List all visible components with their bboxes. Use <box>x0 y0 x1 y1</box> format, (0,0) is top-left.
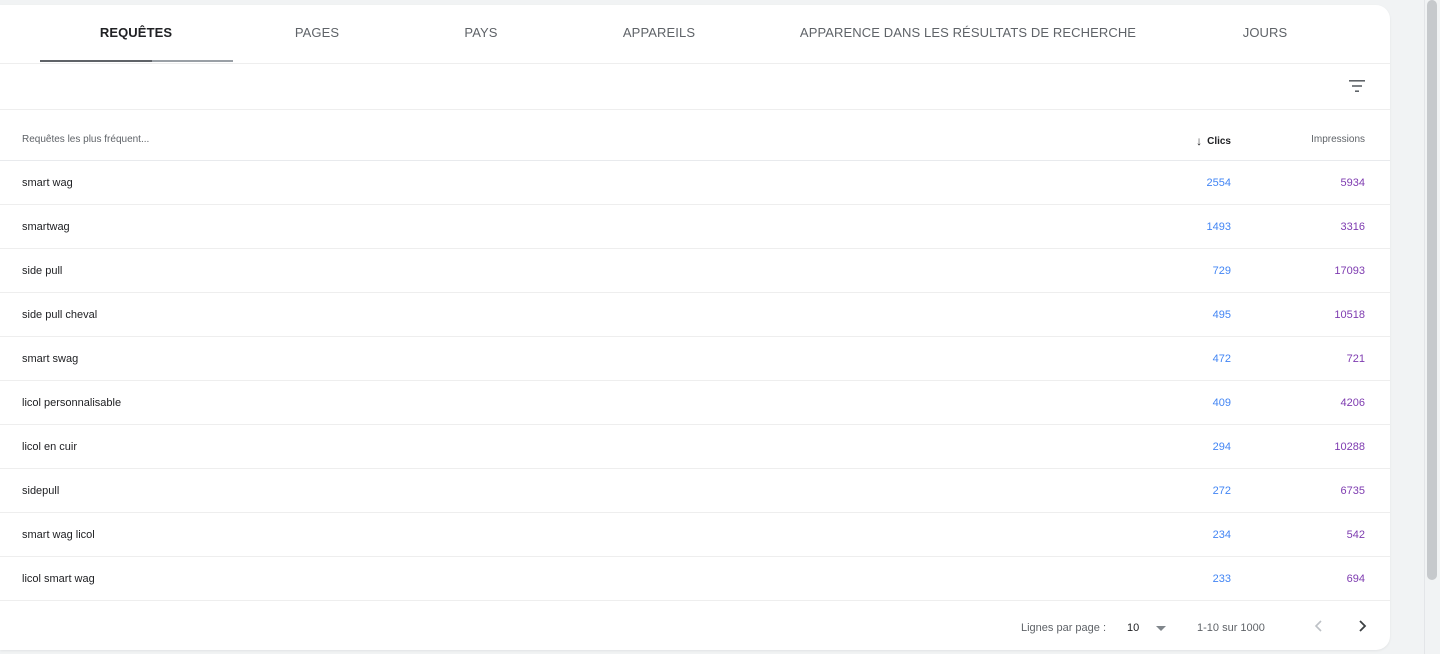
table-row[interactable]: licol personnalisable 409 4206 <box>0 381 1390 425</box>
rows-per-page-label: Lignes par page : <box>1021 622 1107 634</box>
header-clicks[interactable]: ↓ Clics <box>1196 134 1231 148</box>
arrow-down-icon: ↓ <box>1196 134 1203 148</box>
caret-down-icon <box>1156 626 1166 631</box>
impressions-cell: 17093 <box>1334 265 1365 277</box>
scrollbar-thumb[interactable] <box>1427 0 1437 580</box>
filter-icon[interactable] <box>1348 77 1366 95</box>
table-row[interactable]: side pull cheval 495 10518 <box>0 293 1390 337</box>
clicks-cell: 729 <box>1212 265 1231 277</box>
table-row[interactable]: smartwag 1493 3316 <box>0 205 1390 249</box>
query-cell: side pull cheval <box>22 309 98 321</box>
tab-search-appearance[interactable]: APPARENCE DANS LES RÉSULTATS DE RECHERCH… <box>800 25 1136 40</box>
impressions-cell: 721 <box>1346 353 1365 365</box>
query-cell: licol en cuir <box>22 441 78 453</box>
impressions-cell: 4206 <box>1340 397 1365 409</box>
query-cell: licol personnalisable <box>22 397 122 409</box>
page-range: 1-10 sur 1000 <box>1197 622 1265 634</box>
clicks-cell: 409 <box>1212 397 1231 409</box>
header-impressions[interactable]: Impressions <box>1311 134 1365 145</box>
clicks-cell: 294 <box>1212 441 1231 453</box>
active-tab-indicator <box>40 60 233 62</box>
impressions-cell: 5934 <box>1340 177 1365 189</box>
tab-queries[interactable]: REQUÊTES <box>100 25 172 40</box>
chevron-right-icon[interactable] <box>1354 618 1370 634</box>
clicks-cell: 1493 <box>1206 221 1231 233</box>
rows-per-page-value: 10 <box>1127 622 1140 634</box>
query-cell: smart swag <box>22 353 79 365</box>
clicks-cell: 272 <box>1212 485 1231 497</box>
impressions-cell: 694 <box>1346 573 1365 585</box>
filter-bar <box>0 63 1390 110</box>
table-row[interactable]: smart swag 472 721 <box>0 337 1390 381</box>
query-cell: smart wag <box>22 177 73 189</box>
table-row[interactable]: smart wag 2554 5934 <box>0 161 1390 205</box>
clicks-cell: 2554 <box>1206 177 1231 189</box>
query-cell: side pull <box>22 265 63 277</box>
impressions-cell: 542 <box>1346 529 1365 541</box>
impressions-cell: 10518 <box>1334 309 1365 321</box>
performance-card: REQUÊTES PAGES PAYS APPAREILS APPARENCE … <box>0 5 1390 650</box>
dimension-tabs: REQUÊTES PAGES PAYS APPAREILS APPARENCE … <box>0 5 1390 64</box>
query-cell: smartwag <box>22 221 70 233</box>
tab-devices[interactable]: APPAREILS <box>623 25 695 40</box>
header-queries[interactable]: Requêtes les plus fréquent... <box>22 134 149 145</box>
impressions-cell: 3316 <box>1340 221 1365 233</box>
rows-per-page-select[interactable]: 10 <box>1121 615 1171 639</box>
tab-pages[interactable]: PAGES <box>295 25 339 40</box>
table-row[interactable]: licol en cuir 294 10288 <box>0 425 1390 469</box>
table-header: Requêtes les plus fréquent... ↓ Clics Imp… <box>0 110 1390 161</box>
clicks-cell: 234 <box>1212 529 1231 541</box>
impressions-cell: 6735 <box>1340 485 1365 497</box>
table-row[interactable]: smart wag licol 234 542 <box>0 513 1390 557</box>
query-cell: sidepull <box>22 485 60 497</box>
chevron-left-icon[interactable] <box>1311 618 1327 634</box>
query-cell: licol smart wag <box>22 573 95 585</box>
tab-countries[interactable]: PAYS <box>464 25 497 40</box>
pagination: Lignes par page : 10 1-10 sur 1000 <box>0 603 1390 650</box>
tab-days[interactable]: JOURS <box>1243 25 1288 40</box>
header-clicks-label: Clics <box>1207 136 1231 147</box>
table-row[interactable]: licol smart wag 233 694 <box>0 557 1390 601</box>
table-body: smart wag 2554 5934 smartwag 1493 3316 s… <box>0 161 1390 601</box>
page-scrollbar[interactable] <box>1424 0 1440 654</box>
query-cell: smart wag licol <box>22 529 95 541</box>
clicks-cell: 233 <box>1212 573 1231 585</box>
clicks-cell: 495 <box>1212 309 1231 321</box>
clicks-cell: 472 <box>1212 353 1231 365</box>
table-row[interactable]: sidepull 272 6735 <box>0 469 1390 513</box>
impressions-cell: 10288 <box>1334 441 1365 453</box>
table-row[interactable]: side pull 729 17093 <box>0 249 1390 293</box>
